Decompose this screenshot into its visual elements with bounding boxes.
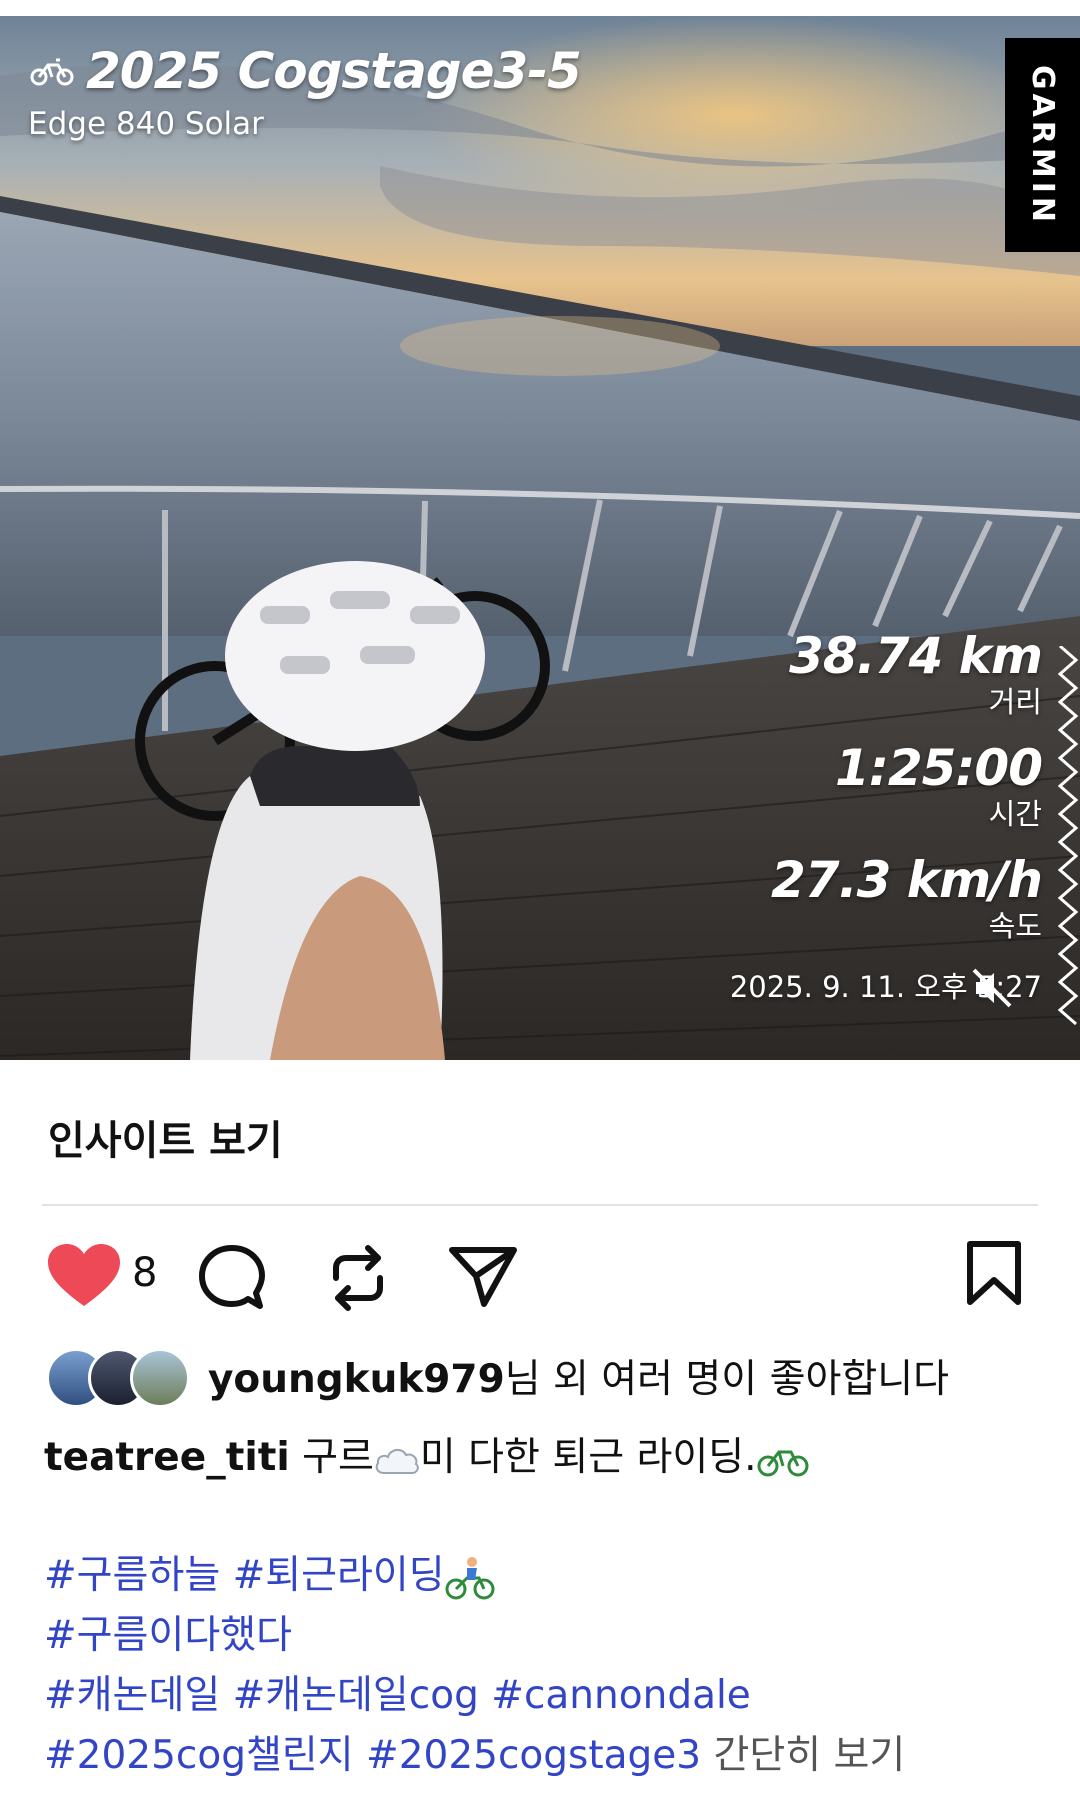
speed-label: 속도: [988, 909, 1042, 943]
hashtag-link[interactable]: #2025cog챌린지: [44, 1733, 354, 1778]
hashtag-link[interactable]: #캐논데일cog: [233, 1673, 479, 1718]
likes-suffix: 님 외 여러 명이 좋아합니다: [504, 1357, 949, 1402]
activity-title-text: 2025 Cogstage3-5: [86, 42, 582, 100]
garmin-logo-text: GARMIN: [1025, 64, 1061, 226]
time-value: 1:25:00: [835, 739, 1043, 797]
likes-summary[interactable]: youngkuk979님 외 여러 명이 좋아합니다: [46, 1348, 949, 1408]
caption-text-part2: 미 다한 퇴근 라이딩.: [419, 1435, 757, 1480]
hashtag-link[interactable]: #구름이다했다: [44, 1613, 292, 1658]
bicycle-emoji-icon: [757, 1450, 809, 1476]
bookmark-icon[interactable]: [966, 1240, 1022, 1308]
hashtag-link[interactable]: #2025cogstage3: [366, 1733, 701, 1778]
heart-icon[interactable]: [46, 1242, 122, 1310]
mute-icon[interactable]: [970, 966, 1014, 1010]
bicycle-icon: [30, 58, 74, 86]
post-caption: teatree_titi 구르 미 다한 퇴근 라이딩.: [44, 1428, 1044, 1488]
hashtag-line: #2025cog챌린지 #2025cogstage3 간단히 보기: [44, 1726, 1074, 1786]
cloud-emoji-icon: [375, 1448, 419, 1474]
speed-value: 27.3 km/h: [771, 851, 1043, 909]
share-icon[interactable]: [448, 1244, 518, 1310]
hashtag-link[interactable]: #퇴근라이딩: [233, 1553, 445, 1598]
distance-label: 거리: [988, 685, 1042, 719]
repost-icon[interactable]: [326, 1242, 390, 1314]
person-biking-emoji-icon: [445, 1556, 495, 1599]
comment-icon[interactable]: [196, 1242, 268, 1314]
view-insights-link[interactable]: 인사이트 보기: [48, 1108, 283, 1166]
hashtag-link[interactable]: #캐논데일: [44, 1673, 220, 1718]
post-photo[interactable]: 2025 Cogstage3-5 Edge 840 Solar GARMIN 3…: [0, 16, 1080, 1060]
avatar: [130, 1348, 190, 1408]
liker-username[interactable]: youngkuk979: [208, 1357, 505, 1402]
liker-avatars: [46, 1348, 190, 1408]
show-less-link[interactable]: 간단히 보기: [714, 1733, 906, 1778]
hashtags: #구름하늘 #퇴근라이딩 #구름이다했다 #캐논데일 #캐논데일cog #can…: [44, 1546, 1074, 1786]
distance-value: 38.74 km: [789, 627, 1043, 685]
hashtag-line: #캐논데일 #캐논데일cog #cannondale: [44, 1666, 1074, 1726]
divider: [42, 1204, 1038, 1206]
garmin-logo: GARMIN: [1005, 38, 1080, 252]
activity-title: 2025 Cogstage3-5: [30, 42, 582, 100]
hashtag-link[interactable]: #구름하늘: [44, 1553, 220, 1598]
post-actions-bar: 8: [0, 1236, 1080, 1316]
time-label: 시간: [988, 797, 1042, 831]
device-name: Edge 840 Solar: [28, 106, 264, 142]
hashtag-line: #구름하늘 #퇴근라이딩: [44, 1546, 1074, 1606]
like-count[interactable]: 8: [132, 1250, 157, 1296]
hashtag-line: #구름이다했다: [44, 1606, 1074, 1666]
hashtag-link[interactable]: #cannondale: [491, 1673, 751, 1718]
zigzag-edge-decoration: [1058, 646, 1079, 1026]
ride-stats: 38.74 km 거리 1:25:00 시간 27.3 km/h 속도 2025…: [730, 627, 1043, 1006]
caption-username[interactable]: teatree_titi: [44, 1435, 290, 1480]
likes-text: youngkuk979님 외 여러 명이 좋아합니다: [208, 1348, 949, 1404]
caption-text-part1: 구르: [302, 1435, 374, 1480]
